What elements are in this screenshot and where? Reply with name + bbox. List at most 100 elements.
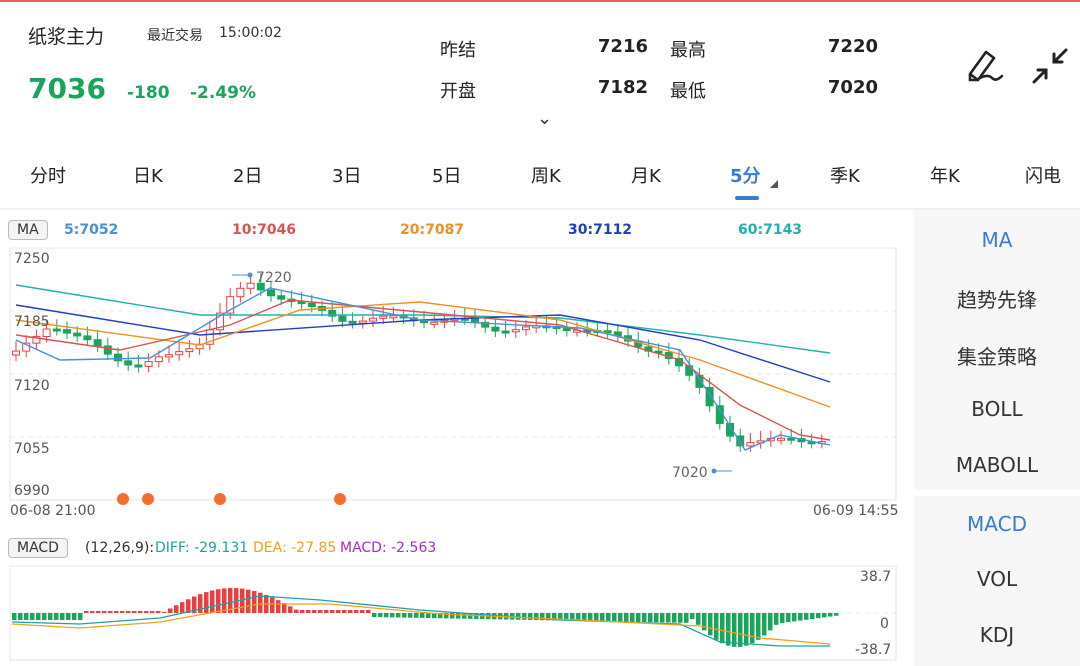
tab-year-k[interactable]: 年K xyxy=(930,162,960,188)
stat-label-open: 开盘 xyxy=(440,81,476,102)
stat-value-low: 7020 xyxy=(827,77,878,98)
macd-chart[interactable] xyxy=(0,562,914,666)
price-axis-label: 7250 xyxy=(14,251,50,267)
macd-bar xyxy=(312,610,317,613)
collapse-icon[interactable] xyxy=(1030,46,1070,86)
expand-chevron-icon[interactable]: ⌄ xyxy=(537,108,552,129)
macd-bar xyxy=(786,613,791,623)
ma20-value: 20:7087 xyxy=(400,222,465,238)
macd-bar xyxy=(42,613,47,620)
candle-body xyxy=(307,302,316,307)
tab-dropdown-icon[interactable] xyxy=(770,180,778,188)
candle-body xyxy=(389,315,398,319)
sidebar-divider xyxy=(914,490,1080,496)
macd-bar xyxy=(216,589,221,613)
tab-2day[interactable]: 2日 xyxy=(233,162,262,188)
indicator-trend-pioneer[interactable]: 趋势先锋 xyxy=(914,284,1080,313)
macd-bar xyxy=(66,613,71,620)
macd-bar xyxy=(402,613,407,618)
macd-bar xyxy=(120,611,125,613)
macd-badge[interactable]: MACD xyxy=(8,538,68,558)
macd-bar xyxy=(102,611,107,613)
tab-fenshi[interactable]: 分时 xyxy=(30,162,66,188)
indicator-maboll[interactable]: MABOLL xyxy=(914,453,1080,477)
last-trade-time: 15:00:02 xyxy=(219,25,282,41)
macd-bar xyxy=(396,613,401,618)
macd-bar xyxy=(390,613,395,618)
macd-bar xyxy=(84,611,89,613)
macd-bar xyxy=(792,613,797,622)
stat-label-prev-settle: 昨结 xyxy=(440,40,476,61)
macd-bar xyxy=(456,613,461,619)
tab-5min[interactable]: 5分 xyxy=(730,162,761,188)
macd-bar xyxy=(774,613,779,625)
macd-bar xyxy=(354,610,359,613)
macd-bar xyxy=(798,613,803,621)
macd-bar xyxy=(678,613,683,623)
candle-body xyxy=(154,356,163,363)
macd-axis-mid: 0 xyxy=(880,616,889,632)
macd-bar xyxy=(48,613,53,620)
macd-bar xyxy=(336,610,341,613)
ma-badge[interactable]: MA xyxy=(8,220,48,240)
candle-body xyxy=(246,282,255,289)
indicator-macd[interactable]: MACD xyxy=(914,512,1080,536)
tab-week-k[interactable]: 周K xyxy=(531,162,561,188)
macd-bar xyxy=(108,611,113,613)
indicator-jijin-strategy[interactable]: 集金策略 xyxy=(914,341,1080,370)
macd-bar xyxy=(300,610,305,613)
indicator-kdj[interactable]: KDJ xyxy=(914,623,1080,647)
candle-body xyxy=(491,326,500,332)
candle-body xyxy=(175,351,184,356)
low-marker-dot xyxy=(711,468,717,474)
candle-body xyxy=(93,339,102,347)
signal-dot xyxy=(334,493,346,505)
macd-bar xyxy=(690,613,695,619)
tab-flash[interactable]: 闪电 xyxy=(1025,162,1061,188)
indicator-boll[interactable]: BOLL xyxy=(914,397,1080,421)
macd-bar xyxy=(522,613,527,620)
price-axis-label: 7120 xyxy=(14,378,50,394)
macd-bar xyxy=(90,611,95,613)
macd-bar xyxy=(30,613,35,620)
macd-bar xyxy=(36,613,41,620)
macd-bar xyxy=(246,589,251,613)
candlestick-chart[interactable] xyxy=(0,240,914,520)
price-change-pct: -2.49% xyxy=(190,83,257,103)
macd-bar xyxy=(648,613,653,623)
stat-value-prev-settle: 7216 xyxy=(597,36,648,57)
candle-body xyxy=(277,295,286,300)
macd-bar xyxy=(306,610,311,613)
macd-bar xyxy=(132,611,137,613)
macd-bar xyxy=(12,613,17,620)
macd-bar xyxy=(618,613,623,622)
macd-bar xyxy=(330,610,335,613)
tab-day-k[interactable]: 日K xyxy=(133,162,163,188)
indicator-vol[interactable]: VOL xyxy=(914,567,1080,591)
candle-body xyxy=(114,353,122,362)
ma10-value: 10:7046 xyxy=(232,222,297,238)
macd-bar xyxy=(324,610,329,613)
indicator-ma[interactable]: MA xyxy=(914,228,1080,252)
ma60-value: 60:7143 xyxy=(738,222,803,238)
ma30-value: 30:7112 xyxy=(568,222,633,238)
tab-quarter-k[interactable]: 季K xyxy=(830,162,860,188)
macd-bar xyxy=(624,613,629,622)
pen-icon[interactable] xyxy=(964,46,1004,86)
indicator-sidebar: MA 趋势先锋 集金策略 BOLL MABOLL MACD VOL KDJ xyxy=(914,210,1080,666)
macd-axis-top: 38.7 xyxy=(860,569,892,585)
macd-bar xyxy=(156,611,161,613)
macd-bar xyxy=(144,611,149,613)
macd-bar xyxy=(600,613,605,622)
macd-bar xyxy=(168,608,173,613)
tab-3day[interactable]: 3日 xyxy=(332,162,361,188)
tab-month-k[interactable]: 月K xyxy=(631,162,661,188)
macd-bar xyxy=(606,613,611,622)
macd-bar xyxy=(294,609,299,613)
signal-dot xyxy=(142,493,154,505)
candle-body xyxy=(185,348,194,353)
candle-body xyxy=(267,289,275,297)
price-axis-label: 7185 xyxy=(14,314,50,330)
candle-body xyxy=(430,321,439,325)
tab-5day[interactable]: 5日 xyxy=(432,162,461,188)
